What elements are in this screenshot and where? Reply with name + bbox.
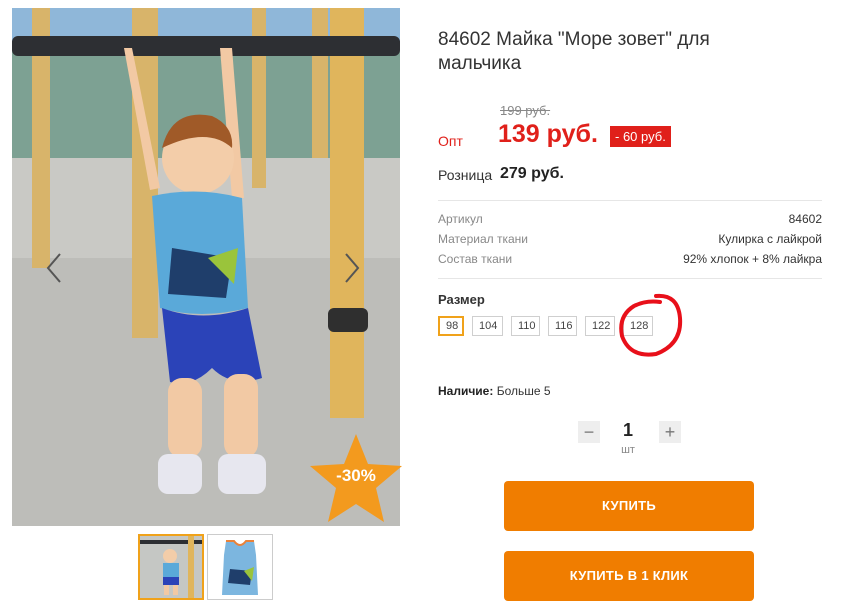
product-title: 84602 Майка "Море зовет" для мальчика <box>438 29 710 74</box>
thumbnail-photo <box>140 536 202 598</box>
buy-button[interactable]: КУПИТЬ <box>504 481 754 531</box>
wholesale-price: 139 руб. <box>498 120 598 148</box>
sale-badge: -30% <box>336 466 376 485</box>
spec-value: 84602 <box>788 212 822 226</box>
divider <box>438 278 822 279</box>
size-option-104[interactable]: 104 <box>472 316 503 336</box>
wholesale-label: Опт <box>438 133 463 149</box>
spec-key: Артикул <box>438 212 483 226</box>
divider <box>438 200 822 201</box>
chevron-left-icon <box>46 253 61 283</box>
quantity-unit: шт <box>621 444 635 456</box>
retail-price: 279 руб. <box>500 165 564 182</box>
buy-one-click-button[interactable]: КУПИТЬ В 1 КЛИК <box>504 551 754 601</box>
quantity-value[interactable]: 1 <box>608 420 648 441</box>
quantity-increase-button[interactable]: + <box>659 421 681 443</box>
availability-label: Наличие: <box>438 384 494 398</box>
thumbnail-2[interactable] <box>207 534 273 600</box>
size-option-116[interactable]: 116 <box>548 316 577 336</box>
spec-key: Состав ткани <box>438 252 513 266</box>
discount-badge: - 60 руб. <box>610 126 671 147</box>
gallery-prev-arrow[interactable] <box>42 250 66 286</box>
spec-value: Кулирка с лайкрой <box>718 232 822 246</box>
size-option-122[interactable]: 122 <box>585 316 615 336</box>
size-option-110[interactable]: 110 <box>511 316 540 336</box>
thumbnail-1[interactable] <box>138 534 204 600</box>
size-option-128[interactable]: 128 <box>623 316 653 336</box>
size-options: 98 104 110 116 122 128 <box>438 316 653 336</box>
quantity-decrease-button[interactable]: − <box>578 421 600 443</box>
spec-value: 92% хлопок + 8% лайкра <box>683 252 822 266</box>
chevron-right-icon <box>345 253 360 283</box>
availability: Наличие: Больше 5 <box>438 384 551 398</box>
size-option-98[interactable]: 98 <box>438 316 464 336</box>
gallery-next-arrow[interactable] <box>340 250 364 286</box>
size-title: Размер <box>438 292 485 307</box>
thumbnail-shirt <box>208 535 272 599</box>
availability-value: Больше 5 <box>496 384 551 398</box>
retail-label: Розница <box>438 167 493 183</box>
spec-key: Материал ткани <box>438 232 528 246</box>
old-price: 199 руб. <box>500 103 551 118</box>
